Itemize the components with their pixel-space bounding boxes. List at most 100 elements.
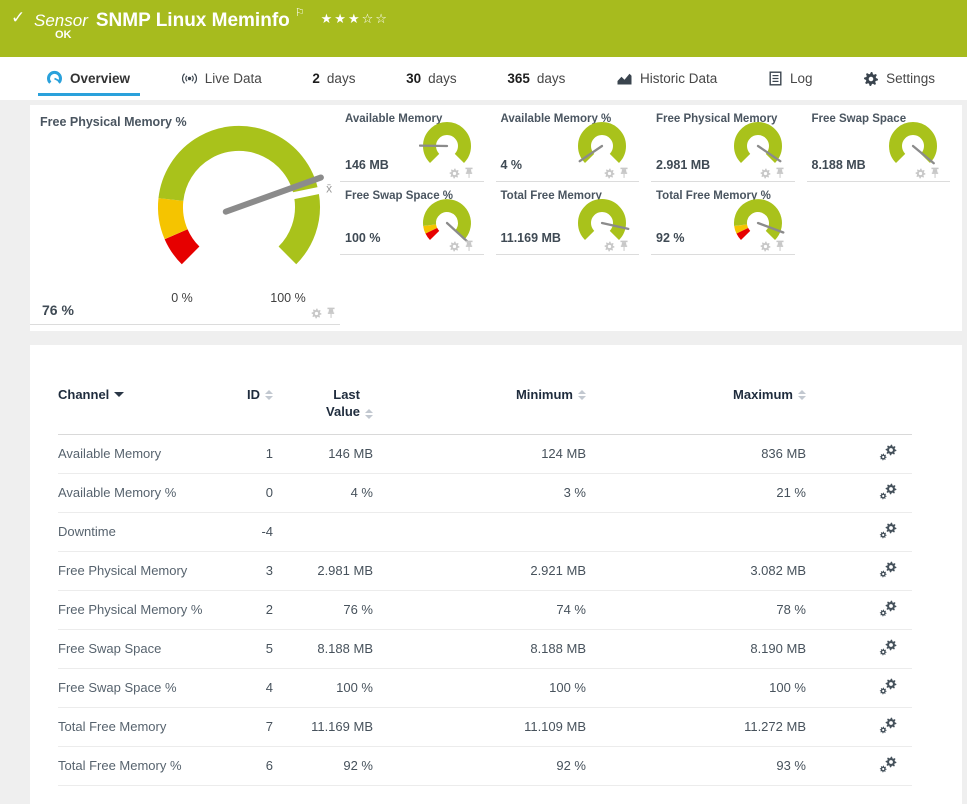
channel-last-value: 8.188 MB — [273, 629, 373, 668]
channel-settings-icon[interactable] — [879, 678, 898, 695]
channel-id: 4 — [215, 668, 273, 707]
tab-365-days[interactable]: 365 days — [507, 57, 565, 100]
channel-last-value: 92 % — [273, 746, 373, 785]
channel-last-value — [273, 512, 373, 551]
tab-settings[interactable]: Settings — [863, 57, 935, 100]
table-row[interactable]: Downtime -4 — [58, 512, 912, 551]
column-header[interactable]: Last Value — [314, 387, 360, 421]
column-header[interactable]: ID — [247, 387, 260, 402]
mini-gauge-panel[interactable]: Free Physical Memory 2.981 MB — [651, 105, 795, 182]
tab-historic-data[interactable]: Historic Data — [616, 57, 717, 100]
column-header[interactable]: Maximum — [733, 387, 793, 402]
table-row[interactable]: Total Free Memory 7 11.169 MB 11.109 MB … — [58, 707, 912, 746]
tab-log[interactable]: Log — [768, 57, 813, 100]
pin-icon[interactable] — [619, 167, 629, 179]
table-row[interactable]: Total Free Memory % 6 92 % 92 % 93 % — [58, 746, 912, 785]
table-row[interactable]: Free Physical Memory % 2 76 % 74 % 78 % — [58, 590, 912, 629]
channel-settings-icon[interactable] — [879, 483, 898, 500]
column-header[interactable]: Minimum — [516, 387, 573, 402]
channel-name: Free Physical Memory — [58, 551, 215, 590]
sort-icon[interactable] — [365, 409, 373, 419]
gear-icon[interactable] — [604, 241, 615, 252]
column-header[interactable]: Channel — [58, 387, 109, 402]
channel-name: Free Physical Memory % — [58, 590, 215, 629]
gear-icon[interactable] — [449, 241, 460, 252]
priority-stars[interactable]: ★★★☆☆ — [321, 11, 389, 26]
channel-settings-icon[interactable] — [879, 522, 898, 539]
tab-30-days[interactable]: 30 days — [406, 57, 457, 100]
gear-icon[interactable] — [449, 168, 460, 179]
gauge-value: 100 % — [345, 231, 380, 245]
channel-settings-icon[interactable] — [879, 756, 898, 773]
gear-icon[interactable] — [760, 241, 771, 252]
mini-gauge-panel[interactable]: Total Free Memory 11.169 MB — [496, 182, 640, 255]
broadcast-icon — [181, 71, 198, 86]
channel-settings-icon[interactable] — [879, 561, 898, 578]
channel-maximum: 836 MB — [586, 434, 806, 473]
pin-icon[interactable] — [775, 167, 785, 179]
pin-icon[interactable] — [775, 240, 785, 252]
log-icon — [768, 71, 783, 86]
mini-gauge-panel[interactable]: Free Swap Space % 100 % — [340, 182, 484, 255]
gauge-chart — [574, 118, 630, 174]
channel-maximum: 3.082 MB — [586, 551, 806, 590]
pin-icon[interactable] — [930, 167, 940, 179]
mini-gauge-panel[interactable]: Total Free Memory % 92 % — [651, 182, 795, 255]
sensor-header: ✓ SensorSNMP Linux Meminfo⚐★★★☆☆ OK — [0, 0, 967, 57]
mini-gauge-panel[interactable]: Available Memory % 4 % — [496, 105, 640, 182]
primary-gauge-panel[interactable]: Free Physical Memory % x̄ 0 % 100 % 76 % — [30, 105, 340, 325]
channels-table: Channel ID Last Value Minimum Maximum — [58, 387, 912, 786]
pin-icon[interactable] — [464, 240, 474, 252]
tab-live-data[interactable]: Live Data — [181, 57, 262, 100]
channel-name: Total Free Memory — [58, 707, 215, 746]
gauge-value: 11.169 MB — [501, 231, 561, 245]
object-kind-label: Sensor — [34, 11, 88, 30]
channel-last-value: 76 % — [273, 590, 373, 629]
gauges-panel: Free Physical Memory % x̄ 0 % 100 % 76 %… — [30, 105, 962, 331]
mini-gauge-panel[interactable]: Free Swap Space 8.188 MB — [807, 105, 951, 182]
channel-maximum: 21 % — [586, 473, 806, 512]
table-row[interactable]: Free Swap Space % 4 100 % 100 % 100 % — [58, 668, 912, 707]
tab-overview[interactable]: Overview — [46, 57, 130, 100]
table-row[interactable]: Available Memory 1 146 MB 124 MB 836 MB — [58, 434, 912, 473]
channel-id: 5 — [215, 629, 273, 668]
channel-name: Available Memory % — [58, 473, 215, 512]
channel-minimum: 92 % — [373, 746, 586, 785]
channel-name: Available Memory — [58, 434, 215, 473]
channel-last-value: 146 MB — [273, 434, 373, 473]
pin-icon[interactable] — [619, 240, 629, 252]
channel-settings-icon[interactable] — [879, 444, 898, 461]
gauge-chart — [730, 118, 786, 174]
channel-maximum: 78 % — [586, 590, 806, 629]
channel-id: 0 — [215, 473, 273, 512]
gear-icon[interactable] — [604, 168, 615, 179]
table-row[interactable]: Free Swap Space 5 8.188 MB 8.188 MB 8.19… — [58, 629, 912, 668]
channel-settings-icon[interactable] — [879, 717, 898, 734]
sort-icon[interactable] — [265, 390, 273, 400]
pin-icon[interactable] — [326, 307, 336, 319]
sort-icon[interactable] — [114, 392, 124, 400]
gear-icon[interactable] — [311, 308, 322, 319]
channel-last-value: 2.981 MB — [273, 551, 373, 590]
gauge-chart — [419, 118, 475, 174]
flag-icon[interactable]: ⚐ — [295, 7, 305, 19]
sort-icon[interactable] — [578, 390, 586, 400]
prtg-sensor-page: { "colors":{ "brand_green":"#A7BB1E","ga… — [0, 0, 967, 761]
sort-icon[interactable] — [798, 390, 806, 400]
channel-minimum: 8.188 MB — [373, 629, 586, 668]
channel-name: Downtime — [58, 512, 215, 551]
channel-id: -4 — [215, 512, 273, 551]
channel-last-value: 11.169 MB — [273, 707, 373, 746]
channel-name: Total Free Memory % — [58, 746, 215, 785]
mini-gauge-panel[interactable]: Available Memory 146 MB — [340, 105, 484, 182]
gear-icon[interactable] — [760, 168, 771, 179]
table-row[interactable]: Free Physical Memory 3 2.981 MB 2.921 MB… — [58, 551, 912, 590]
table-row[interactable]: Available Memory % 0 4 % 3 % 21 % — [58, 473, 912, 512]
tab-2-days[interactable]: 2 days — [312, 57, 355, 100]
gear-icon[interactable] — [915, 168, 926, 179]
pin-icon[interactable] — [464, 167, 474, 179]
channel-settings-icon[interactable] — [879, 600, 898, 617]
channel-minimum: 11.109 MB — [373, 707, 586, 746]
channel-settings-icon[interactable] — [879, 639, 898, 656]
channel-id: 3 — [215, 551, 273, 590]
